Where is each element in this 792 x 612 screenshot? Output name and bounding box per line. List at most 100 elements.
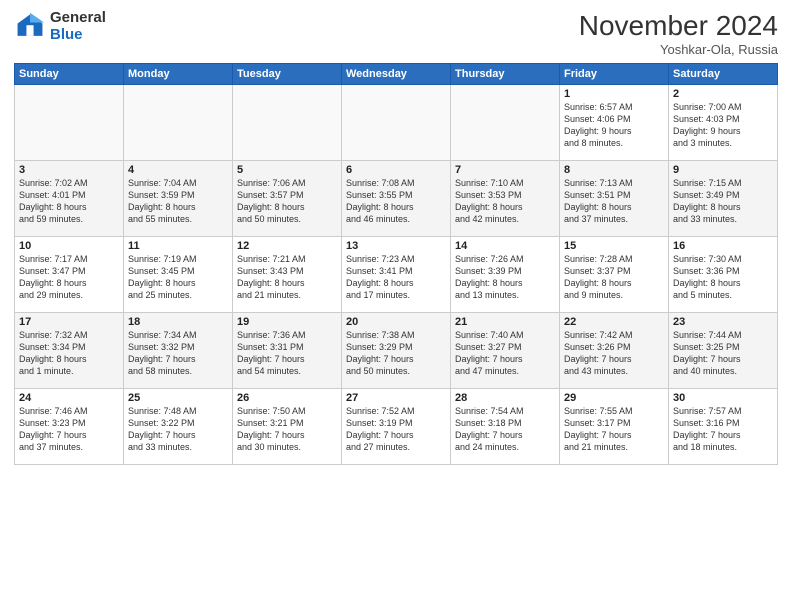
day-info: Sunrise: 7:08 AM Sunset: 3:55 PM Dayligh… [346,177,446,226]
day-cell: 13Sunrise: 7:23 AM Sunset: 3:41 PM Dayli… [342,237,451,313]
day-cell [124,85,233,161]
day-number: 20 [346,316,446,328]
day-cell: 30Sunrise: 7:57 AM Sunset: 3:16 PM Dayli… [669,389,778,465]
weekday-friday: Friday [560,64,669,85]
day-number: 19 [237,316,337,328]
day-cell: 7Sunrise: 7:10 AM Sunset: 3:53 PM Daylig… [451,161,560,237]
day-number: 25 [128,392,228,404]
day-info: Sunrise: 7:57 AM Sunset: 3:16 PM Dayligh… [673,405,773,454]
day-info: Sunrise: 7:34 AM Sunset: 3:32 PM Dayligh… [128,329,228,378]
day-number: 1 [564,88,664,100]
day-number: 24 [19,392,119,404]
day-cell: 24Sunrise: 7:46 AM Sunset: 3:23 PM Dayli… [15,389,124,465]
day-info: Sunrise: 7:46 AM Sunset: 3:23 PM Dayligh… [19,405,119,454]
day-cell: 1Sunrise: 6:57 AM Sunset: 4:06 PM Daylig… [560,85,669,161]
weekday-tuesday: Tuesday [233,64,342,85]
logo: General Blue [14,10,106,43]
day-info: Sunrise: 7:30 AM Sunset: 3:36 PM Dayligh… [673,253,773,302]
day-cell: 16Sunrise: 7:30 AM Sunset: 3:36 PM Dayli… [669,237,778,313]
day-number: 11 [128,240,228,252]
day-number: 12 [237,240,337,252]
day-info: Sunrise: 7:19 AM Sunset: 3:45 PM Dayligh… [128,253,228,302]
day-cell [451,85,560,161]
day-number: 27 [346,392,446,404]
day-info: Sunrise: 7:28 AM Sunset: 3:37 PM Dayligh… [564,253,664,302]
day-number: 5 [237,164,337,176]
day-info: Sunrise: 7:52 AM Sunset: 3:19 PM Dayligh… [346,405,446,454]
day-info: Sunrise: 7:06 AM Sunset: 3:57 PM Dayligh… [237,177,337,226]
day-info: Sunrise: 7:54 AM Sunset: 3:18 PM Dayligh… [455,405,555,454]
day-number: 14 [455,240,555,252]
day-cell: 26Sunrise: 7:50 AM Sunset: 3:21 PM Dayli… [233,389,342,465]
day-number: 8 [564,164,664,176]
day-cell: 2Sunrise: 7:00 AM Sunset: 4:03 PM Daylig… [669,85,778,161]
day-cell: 10Sunrise: 7:17 AM Sunset: 3:47 PM Dayli… [15,237,124,313]
weekday-saturday: Saturday [669,64,778,85]
day-number: 28 [455,392,555,404]
day-info: Sunrise: 7:23 AM Sunset: 3:41 PM Dayligh… [346,253,446,302]
day-cell: 18Sunrise: 7:34 AM Sunset: 3:32 PM Dayli… [124,313,233,389]
day-info: Sunrise: 7:55 AM Sunset: 3:17 PM Dayligh… [564,405,664,454]
header: General Blue November 2024 Yoshkar-Ola, … [14,10,778,57]
day-number: 9 [673,164,773,176]
day-info: Sunrise: 7:21 AM Sunset: 3:43 PM Dayligh… [237,253,337,302]
day-info: Sunrise: 7:04 AM Sunset: 3:59 PM Dayligh… [128,177,228,226]
day-number: 3 [19,164,119,176]
day-info: Sunrise: 7:42 AM Sunset: 3:26 PM Dayligh… [564,329,664,378]
weekday-wednesday: Wednesday [342,64,451,85]
calendar: Sunday Monday Tuesday Wednesday Thursday… [14,63,778,465]
day-info: Sunrise: 7:36 AM Sunset: 3:31 PM Dayligh… [237,329,337,378]
day-cell: 3Sunrise: 7:02 AM Sunset: 4:01 PM Daylig… [15,161,124,237]
day-cell: 27Sunrise: 7:52 AM Sunset: 3:19 PM Dayli… [342,389,451,465]
page: General Blue November 2024 Yoshkar-Ola, … [0,0,792,612]
day-info: Sunrise: 7:15 AM Sunset: 3:49 PM Dayligh… [673,177,773,226]
day-cell: 25Sunrise: 7:48 AM Sunset: 3:22 PM Dayli… [124,389,233,465]
week-row-3: 17Sunrise: 7:32 AM Sunset: 3:34 PM Dayli… [15,313,778,389]
day-cell [342,85,451,161]
day-cell: 17Sunrise: 7:32 AM Sunset: 3:34 PM Dayli… [15,313,124,389]
logo-icon [14,11,46,43]
day-number: 10 [19,240,119,252]
day-cell: 21Sunrise: 7:40 AM Sunset: 3:27 PM Dayli… [451,313,560,389]
day-info: Sunrise: 7:10 AM Sunset: 3:53 PM Dayligh… [455,177,555,226]
month-title: November 2024 [579,10,778,42]
day-number: 4 [128,164,228,176]
day-info: Sunrise: 7:13 AM Sunset: 3:51 PM Dayligh… [564,177,664,226]
day-cell: 22Sunrise: 7:42 AM Sunset: 3:26 PM Dayli… [560,313,669,389]
day-info: Sunrise: 6:57 AM Sunset: 4:06 PM Dayligh… [564,101,664,150]
week-row-1: 3Sunrise: 7:02 AM Sunset: 4:01 PM Daylig… [15,161,778,237]
day-info: Sunrise: 7:17 AM Sunset: 3:47 PM Dayligh… [19,253,119,302]
day-number: 6 [346,164,446,176]
day-info: Sunrise: 7:40 AM Sunset: 3:27 PM Dayligh… [455,329,555,378]
day-cell: 8Sunrise: 7:13 AM Sunset: 3:51 PM Daylig… [560,161,669,237]
day-number: 26 [237,392,337,404]
weekday-thursday: Thursday [451,64,560,85]
weekday-sunday: Sunday [15,64,124,85]
day-cell: 5Sunrise: 7:06 AM Sunset: 3:57 PM Daylig… [233,161,342,237]
day-number: 13 [346,240,446,252]
day-number: 17 [19,316,119,328]
day-info: Sunrise: 7:26 AM Sunset: 3:39 PM Dayligh… [455,253,555,302]
day-cell: 29Sunrise: 7:55 AM Sunset: 3:17 PM Dayli… [560,389,669,465]
week-row-0: 1Sunrise: 6:57 AM Sunset: 4:06 PM Daylig… [15,85,778,161]
day-info: Sunrise: 7:48 AM Sunset: 3:22 PM Dayligh… [128,405,228,454]
weekday-monday: Monday [124,64,233,85]
day-number: 22 [564,316,664,328]
day-number: 16 [673,240,773,252]
day-info: Sunrise: 7:44 AM Sunset: 3:25 PM Dayligh… [673,329,773,378]
day-cell: 11Sunrise: 7:19 AM Sunset: 3:45 PM Dayli… [124,237,233,313]
day-cell [233,85,342,161]
day-info: Sunrise: 7:32 AM Sunset: 3:34 PM Dayligh… [19,329,119,378]
day-info: Sunrise: 7:38 AM Sunset: 3:29 PM Dayligh… [346,329,446,378]
day-info: Sunrise: 7:00 AM Sunset: 4:03 PM Dayligh… [673,101,773,150]
logo-text: General Blue [50,10,106,43]
day-cell: 28Sunrise: 7:54 AM Sunset: 3:18 PM Dayli… [451,389,560,465]
day-number: 7 [455,164,555,176]
week-row-4: 24Sunrise: 7:46 AM Sunset: 3:23 PM Dayli… [15,389,778,465]
subtitle: Yoshkar-Ola, Russia [579,42,778,57]
day-cell [15,85,124,161]
day-number: 18 [128,316,228,328]
logo-general: General [50,10,106,27]
day-info: Sunrise: 7:02 AM Sunset: 4:01 PM Dayligh… [19,177,119,226]
day-number: 30 [673,392,773,404]
